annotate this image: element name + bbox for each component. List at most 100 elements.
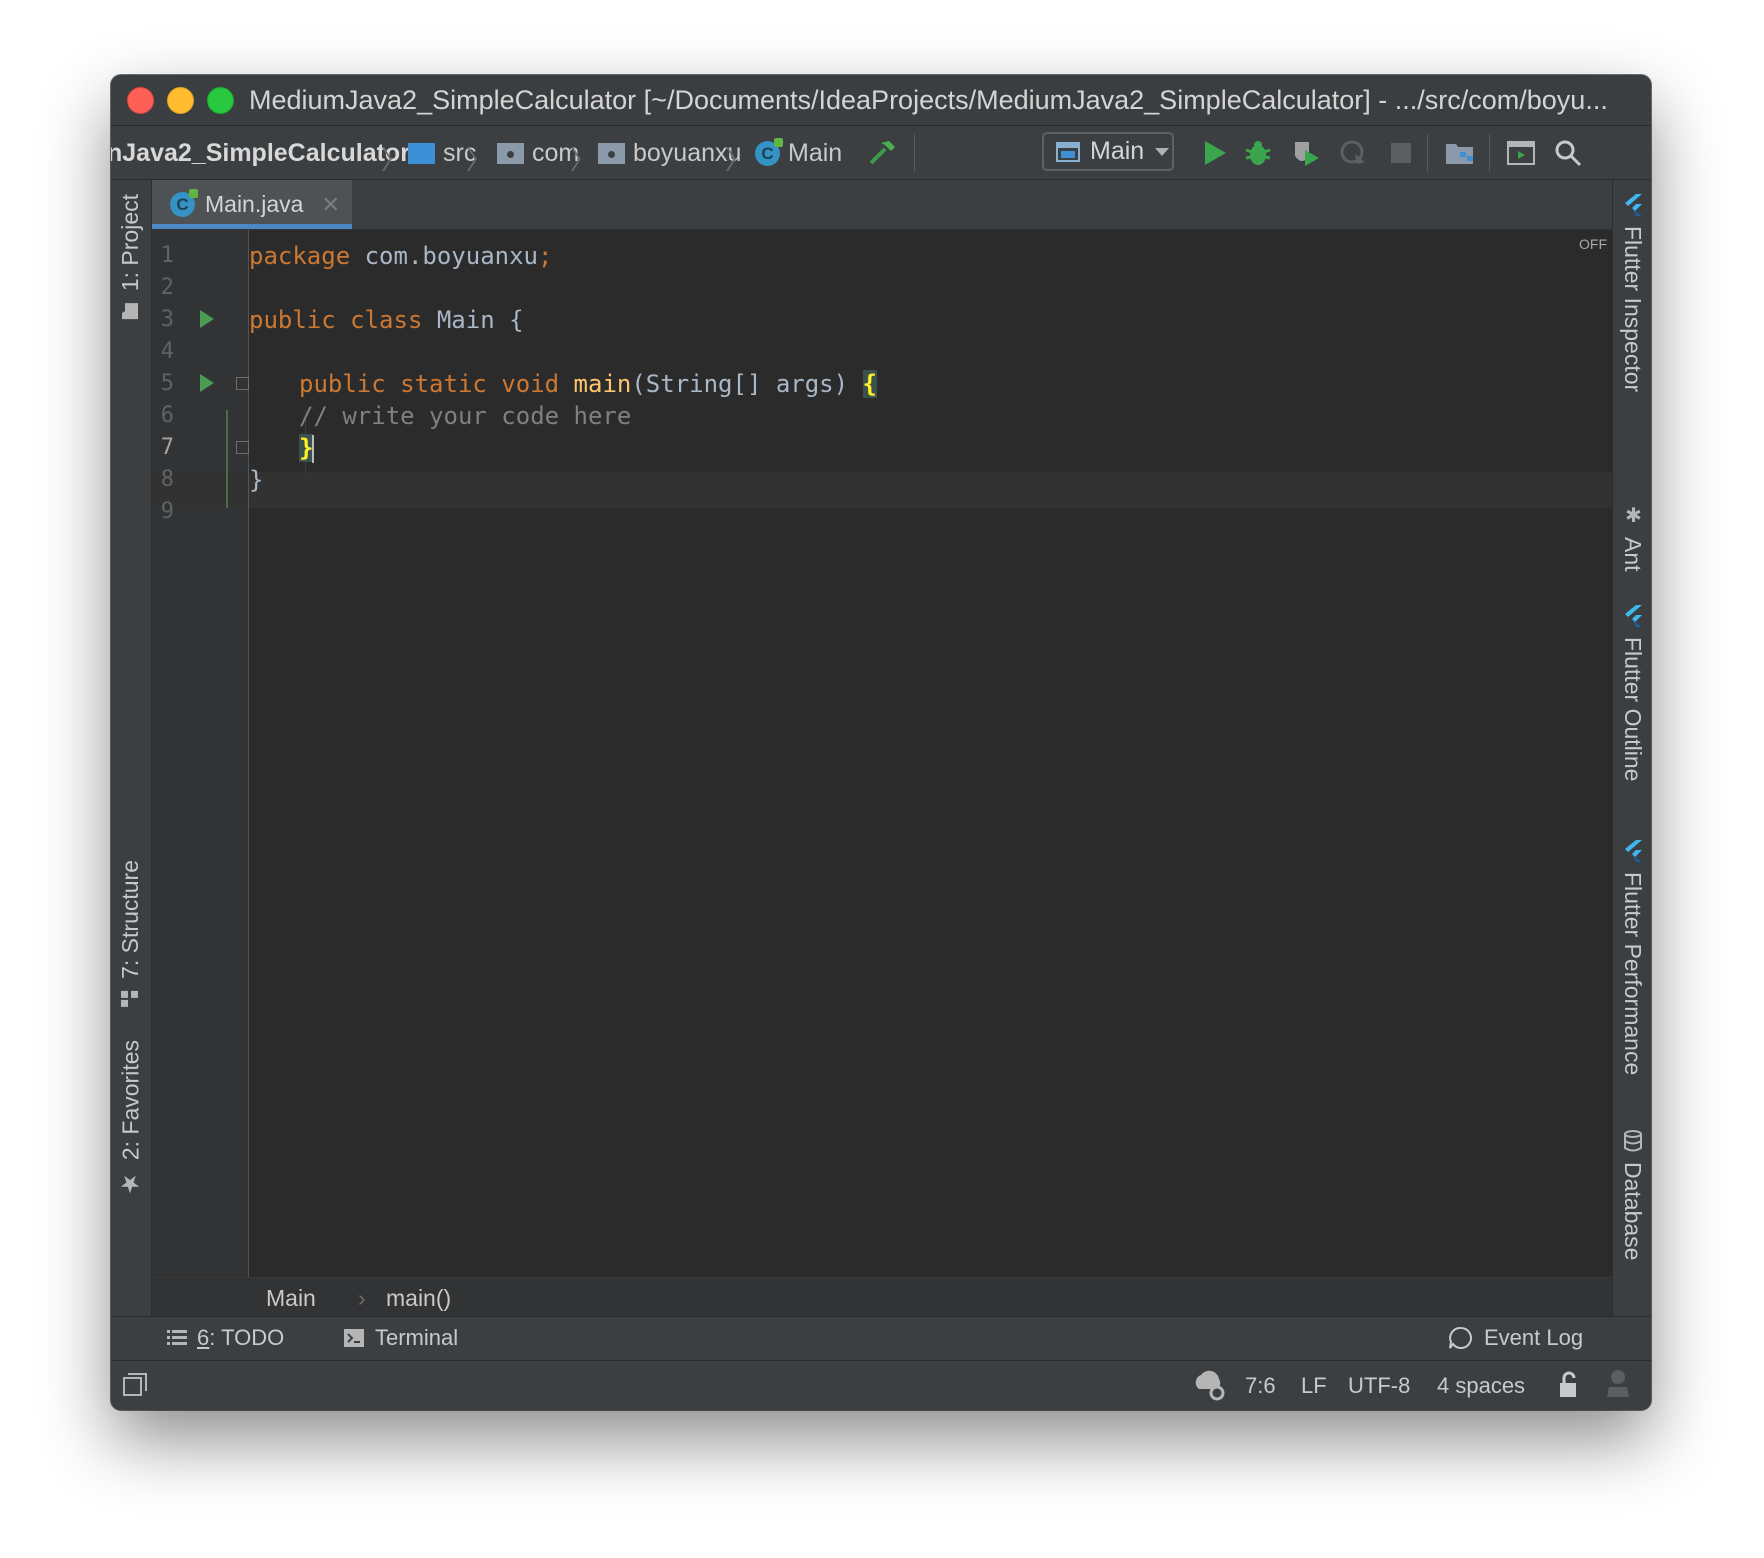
folder-icon [122, 303, 139, 320]
left-tool-stripe: 1: Project 7: Structure ★ 2: Favorites [111, 180, 152, 1350]
vcs-change-marker [226, 410, 228, 508]
structure-tool-label: 7: Structure [117, 860, 143, 979]
title-bar: MediumJava2_SimpleCalculator [~/Document… [111, 75, 1651, 126]
project-tool-button[interactable]: 1: Project [117, 194, 144, 321]
code-line-5: public static void main(String[] args) { [299, 370, 877, 398]
favorites-tool-button[interactable]: ★ 2: Favorites [117, 1040, 145, 1198]
favorites-tool-label: 2: Favorites [117, 1040, 144, 1161]
database-tool-button[interactable]: Database [1619, 1130, 1646, 1260]
code-line-8: } [249, 466, 264, 494]
folder-icon [408, 142, 435, 164]
structure-tool-button[interactable]: 7: Structure [117, 860, 144, 1009]
stop-button [1384, 136, 1418, 170]
close-tab-icon[interactable]: ✕ [321, 192, 339, 218]
caret-position[interactable]: 7:6 [1245, 1373, 1276, 1399]
maximize-window-button[interactable] [207, 87, 234, 114]
editor-breadcrumbs: Main › main() [152, 1277, 1612, 1316]
run-button[interactable] [1198, 136, 1232, 170]
code-line-7: } [299, 434, 315, 463]
minimize-window-button[interactable] [167, 87, 194, 114]
event-log-label: Event Log [1484, 1325, 1584, 1350]
ide-window: MediumJava2_SimpleCalculator [~/Document… [111, 75, 1651, 1410]
run-configuration-select[interactable]: Main [1042, 132, 1174, 171]
status-bar: 7:6 LF UTF-8 4 spaces [111, 1360, 1651, 1410]
close-window-button[interactable] [127, 87, 154, 114]
ant-tool-button[interactable]: ✱ Ant [1619, 503, 1646, 572]
ant-tool-label: Ant [1620, 537, 1646, 572]
encoding-widget[interactable]: UTF-8 [1348, 1373, 1410, 1399]
code-line-6: // write your code here [299, 402, 632, 430]
chevron-down-icon [1155, 147, 1170, 156]
run-with-coverage-button[interactable] [1289, 136, 1323, 170]
terminal-icon [344, 1329, 364, 1347]
todo-tool-button[interactable]: 6: TODO [167, 1325, 284, 1351]
inspection-off-label[interactable]: OFF [1579, 236, 1607, 252]
run-configuration-label: Main [1090, 137, 1145, 165]
breadcrumb-separator: › [358, 1285, 366, 1311]
breadcrumb-main[interactable]: C Main [755, 137, 843, 168]
line-number: 4 [160, 339, 174, 364]
bug-icon [1245, 141, 1271, 165]
breadcrumb-separator: 〉 [725, 145, 752, 175]
line-number: 8 [160, 467, 174, 492]
active-tab-indicator [152, 224, 352, 229]
line-separator-widget[interactable]: LF [1301, 1373, 1327, 1399]
debug-button[interactable] [1241, 136, 1275, 170]
fold-marker-icon[interactable] [236, 377, 249, 390]
project-tool-label: 1: Project [117, 194, 143, 292]
terminal-tool-label: Terminal [375, 1325, 459, 1350]
toggle-tool-windows-icon[interactable] [123, 1373, 147, 1403]
line-number: 2 [160, 275, 174, 300]
text-cursor [312, 435, 315, 463]
flutter-icon [1624, 194, 1642, 216]
ant-icon: ✱ [1621, 503, 1644, 527]
breadcrumb-separator: 〉 [381, 145, 408, 175]
code-editor[interactable]: 1 2 3 4 5 6 7 8 9 package com.boyuanxu; … [152, 230, 1612, 1277]
editor-tab-bar: C Main.java ✕ [152, 180, 1612, 230]
unlock-icon[interactable] [1557, 1371, 1581, 1405]
fold-marker-icon[interactable] [236, 441, 249, 454]
breadcrumb-class[interactable]: Main [266, 1285, 316, 1312]
indent-widget[interactable]: 4 spaces [1437, 1373, 1525, 1399]
terminal-tool-button[interactable]: Terminal [343, 1325, 458, 1351]
breadcrumb-boyuanxu[interactable]: boyuanxu [598, 138, 741, 168]
todo-tool-label: 6: TODO [197, 1325, 285, 1350]
build-hammer-icon[interactable] [866, 136, 900, 170]
line-number: 3 [160, 307, 174, 332]
tab-main-java-label: Main.java [205, 191, 304, 217]
database-icon [1623, 1130, 1642, 1152]
breadcrumb-separator: 〉 [466, 145, 493, 175]
star-icon: ★ [117, 1170, 144, 1199]
flutter-performance-tool-button[interactable]: Flutter Performance [1619, 840, 1646, 1075]
breadcrumb-method[interactable]: main() [386, 1285, 451, 1312]
window-title: MediumJava2_SimpleCalculator [~/Document… [249, 85, 1608, 115]
package-icon [497, 142, 524, 164]
coverage-icon [1295, 142, 1319, 166]
flutter-inspector-tool-button[interactable]: Flutter Inspector [1619, 194, 1646, 392]
breadcrumb-project[interactable]: nJava2_SimpleCalculator [111, 138, 410, 168]
tab-main-java[interactable]: C Main.java ✕ [152, 180, 352, 229]
line-number: 9 [160, 499, 174, 524]
breadcrumb-separator: 〉 [570, 145, 597, 175]
search-everywhere-button[interactable] [1551, 136, 1585, 170]
event-log-tool-button[interactable]: Event Log [1448, 1325, 1583, 1351]
run-gutter-icon[interactable] [200, 374, 214, 392]
flutter-performance-label: Flutter Performance [1620, 872, 1646, 1076]
search-icon [1555, 140, 1582, 167]
breadcrumb-main-label: Main [788, 138, 843, 167]
flutter-outline-tool-button[interactable]: Flutter Outline [1619, 605, 1646, 781]
tool-window-bar: 6: TODO Terminal Event Log [111, 1316, 1651, 1360]
project-structure-button[interactable] [1443, 136, 1477, 170]
line-number: 5 [160, 371, 174, 396]
code-line-1: package com.boyuanxu; [249, 242, 553, 270]
line-number: 6 [160, 403, 174, 428]
breadcrumb-com[interactable]: com [497, 138, 579, 168]
code-area[interactable]: package com.boyuanxu; public class Main … [249, 230, 1612, 1277]
package-icon [598, 142, 625, 164]
run-gutter-icon[interactable] [200, 310, 214, 328]
java-class-icon: C [170, 189, 198, 217]
hector-settings-icon[interactable] [1193, 1369, 1227, 1407]
run-icon [1205, 141, 1226, 165]
presentation-mode-button[interactable] [1504, 136, 1538, 170]
inspector-person-icon[interactable] [1605, 1369, 1631, 1405]
